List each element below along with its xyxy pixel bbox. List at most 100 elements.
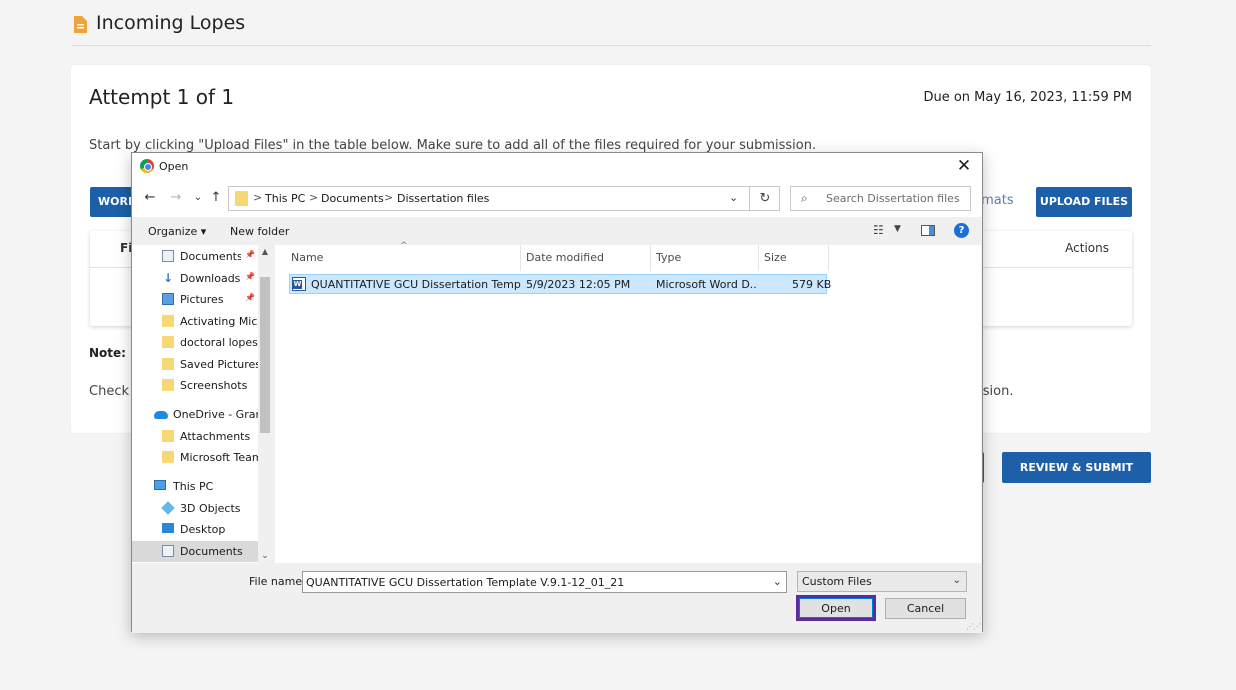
breadcrumb-documents[interactable]: Documents: [321, 192, 384, 205]
tree-item-label: Saved Pictures: [180, 358, 258, 371]
search-input[interactable]: ⌕ Search Dissertation files: [790, 186, 971, 211]
tree-item[interactable]: 3D Objects: [132, 498, 272, 519]
view-options-icon[interactable]: ☷: [873, 223, 884, 237]
chevron-down-icon[interactable]: ⌄: [729, 191, 738, 204]
tree-item[interactable]: OneDrive - Grand: [132, 404, 272, 425]
column-size[interactable]: Size: [764, 245, 787, 271]
tree-item[interactable]: Documents: [132, 541, 272, 562]
tree-item[interactable]: Documents 📌: [132, 246, 272, 267]
chevron-down-icon[interactable]: ⌄: [773, 575, 782, 588]
folder-icon: [162, 451, 174, 463]
dialog-toolbar: Organize ▾ New folder ☷ ▼ ?: [132, 217, 982, 245]
document-icon: [162, 250, 174, 262]
folder-icon: [162, 315, 174, 327]
tree-item-label: Desktop: [180, 523, 226, 536]
upload-files-button[interactable]: UPLOAD FILES: [1036, 187, 1132, 217]
folder-icon: [162, 430, 174, 442]
search-icon: ⌕: [801, 191, 808, 205]
cancel-button[interactable]: Cancel: [885, 598, 966, 619]
folder-icon: [162, 358, 174, 370]
file-name: QUANTITATIVE GCU Dissertation Templat...: [311, 278, 521, 291]
tree-item[interactable]: Saved Pictures: [132, 354, 272, 375]
navigation-scrollbar[interactable]: ▲ ⌄: [258, 245, 272, 563]
file-name-input[interactable]: QUANTITATIVE GCU Dissertation Template V…: [302, 571, 787, 593]
scroll-thumb[interactable]: [260, 277, 270, 433]
file-date: 5/9/2023 12:05 PM: [526, 278, 631, 291]
organize-menu[interactable]: Organize ▾: [148, 225, 206, 238]
breadcrumb-dissertation-files[interactable]: Dissertation files: [397, 192, 489, 205]
open-button[interactable]: Open: [799, 598, 873, 618]
dialog-footer: File name: QUANTITATIVE GCU Dissertation…: [132, 563, 982, 633]
tree-item-label: This PC: [173, 480, 214, 493]
file-type-select[interactable]: Custom Files ⌄: [797, 571, 967, 592]
column-type[interactable]: Type: [656, 245, 681, 271]
tree-item[interactable]: Pictures 📌: [132, 289, 272, 310]
tree-item-label: doctoral lopeswr: [180, 336, 258, 349]
tree-item[interactable]: doctoral lopeswr: [132, 332, 272, 353]
pin-icon: 📌: [245, 250, 255, 259]
tree-item-label: Pictures: [180, 293, 224, 306]
file-list: Name ^ Date modified Type Size QUANTITAT…: [275, 241, 981, 563]
scroll-down-icon[interactable]: ⌄: [258, 551, 272, 561]
scroll-up-icon[interactable]: ▲: [258, 247, 272, 256]
tree-item-label: Documents: [180, 545, 243, 558]
file-size: 579 KB: [792, 278, 832, 291]
cube-icon: [161, 501, 175, 515]
resize-grip-icon[interactable]: ⋰⋰: [966, 622, 981, 631]
preview-pane-icon[interactable]: [921, 225, 935, 236]
file-type: Microsoft Word D...: [656, 278, 756, 291]
recent-locations-icon[interactable]: ⌄: [189, 189, 207, 207]
tree-item[interactable]: Activating Micro: [132, 311, 272, 332]
back-arrow-icon[interactable]: ←: [141, 189, 159, 207]
tree-item[interactable]: Microsoft Teams: [132, 447, 272, 468]
chevron-down-icon: ⌄: [952, 575, 961, 586]
page-header: Incoming Lopes: [72, 10, 1151, 46]
due-date: Due on May 16, 2023, 11:59 PM: [923, 90, 1132, 105]
column-divider[interactable]: [520, 245, 521, 271]
column-divider[interactable]: [758, 245, 759, 271]
address-bar[interactable]: > This PC > Documents > Dissertation fil…: [228, 186, 780, 211]
instructions-text: Start by clicking "Upload Files" in the …: [89, 138, 817, 153]
tree-item-label: Downloads: [180, 272, 241, 285]
column-divider[interactable]: [650, 245, 651, 271]
document-icon: [162, 545, 174, 557]
computer-icon: [154, 480, 166, 490]
tree-item-label: 3D Objects: [180, 502, 241, 515]
up-arrow-icon[interactable]: ↑: [207, 189, 225, 207]
new-folder-button[interactable]: New folder: [230, 225, 289, 238]
tree-item[interactable]: Desktop: [132, 519, 272, 540]
navigation-pane: Documents 📌 ↓ Downloads 📌 Pictures 📌 Activating…: [132, 245, 272, 563]
chevron-down-icon[interactable]: ▼: [894, 224, 901, 234]
pin-icon: 📌: [245, 272, 255, 281]
tree-item[interactable]: Attachments: [132, 426, 272, 447]
close-icon[interactable]: ✕: [954, 156, 974, 176]
file-row[interactable]: QUANTITATIVE GCU Dissertation Templat...…: [289, 274, 831, 294]
chrome-icon: [140, 159, 154, 173]
download-icon: ↓: [162, 271, 174, 285]
tree-item[interactable]: ↓ Downloads 📌: [132, 268, 272, 289]
sort-ascending-icon: ^: [400, 241, 408, 251]
folder-icon: [162, 379, 174, 391]
onedrive-icon: [154, 411, 168, 419]
breadcrumb-separator: >: [309, 191, 319, 204]
column-name[interactable]: Name: [291, 245, 323, 271]
breadcrumb-separator: >: [384, 191, 394, 204]
tree-item-label: Attachments: [180, 430, 251, 443]
column-date-modified[interactable]: Date modified: [526, 245, 604, 271]
dialog-title: Open: [159, 160, 189, 173]
document-icon: [74, 16, 87, 33]
column-divider[interactable]: [828, 245, 829, 271]
file-name-value: QUANTITATIVE GCU Dissertation Template V…: [306, 576, 625, 589]
open-button-highlight: Open: [796, 595, 876, 621]
help-icon[interactable]: ?: [954, 223, 969, 238]
tree-item[interactable]: This PC: [132, 476, 272, 497]
column-actions: Actions: [1065, 241, 1109, 255]
dialog-titlebar[interactable]: Open ✕: [132, 153, 982, 180]
tree-item[interactable]: Screenshots: [132, 375, 272, 396]
forward-arrow-icon[interactable]: →: [167, 189, 185, 207]
pictures-icon: [162, 293, 174, 305]
note-label: Note:: [89, 346, 126, 360]
breadcrumb-this-pc[interactable]: This PC: [265, 192, 305, 205]
refresh-icon[interactable]: ↻: [749, 187, 780, 210]
review-submit-button[interactable]: REVIEW & SUBMIT: [1002, 452, 1151, 483]
